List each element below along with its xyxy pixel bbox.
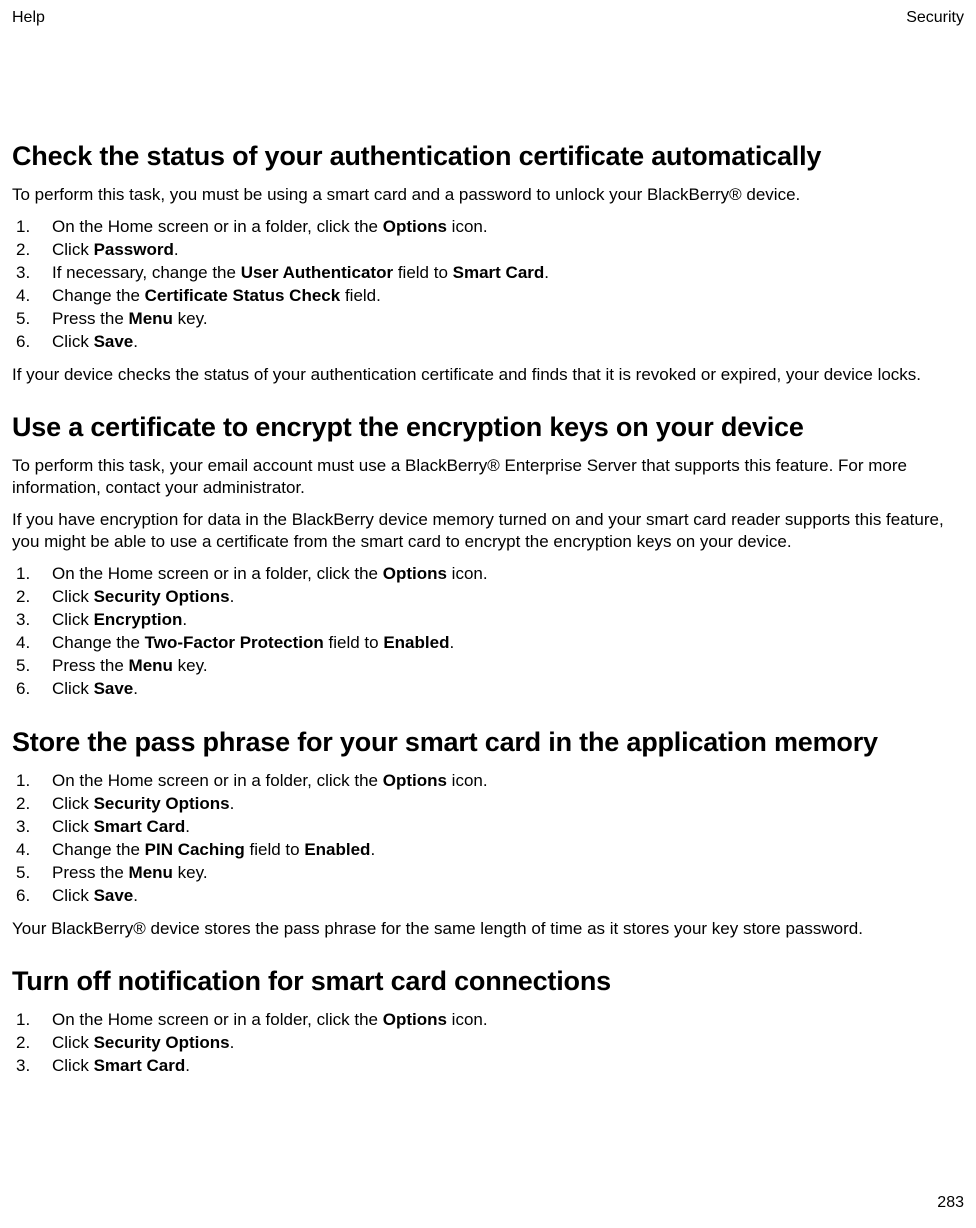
bold-text: Options [383, 564, 447, 583]
step-item: Click Save. [12, 331, 964, 354]
step-item: On the Home screen or in a folder, click… [12, 770, 964, 793]
bold-text: Encryption [94, 610, 183, 629]
step-item: Change the Two-Factor Protection field t… [12, 632, 964, 655]
step-item: Press the Menu key. [12, 308, 964, 331]
bold-text: Smart Card [94, 817, 186, 836]
steps-list: On the Home screen or in a folder, click… [12, 770, 964, 908]
bold-text: Two-Factor Protection [145, 633, 324, 652]
step-item: Click Security Options. [12, 586, 964, 609]
bold-text: PIN Caching [145, 840, 245, 859]
steps-list: On the Home screen or in a folder, click… [12, 216, 964, 354]
section-outro: Your BlackBerry® device stores the pass … [12, 918, 964, 940]
bold-text: Security Options [94, 1033, 230, 1052]
section-outro: If your device checks the status of your… [12, 364, 964, 386]
step-item: Click Password. [12, 239, 964, 262]
section-intro: To perform this task, your email account… [12, 455, 964, 499]
bold-text: Menu [129, 863, 173, 882]
bold-text: User Authenticator [241, 263, 393, 282]
bold-text: Menu [129, 309, 173, 328]
step-item: Click Security Options. [12, 793, 964, 816]
step-item: Click Encryption. [12, 609, 964, 632]
bold-text: Options [383, 771, 447, 790]
step-item: Press the Menu key. [12, 655, 964, 678]
step-item: Click Save. [12, 678, 964, 701]
bold-text: Enabled [304, 840, 370, 859]
header-left: Help [12, 8, 45, 29]
bold-text: Options [383, 217, 447, 236]
section-title: Use a certificate to encrypt the encrypt… [12, 410, 964, 445]
page-number: 283 [937, 1193, 964, 1214]
sections-container: Check the status of your authentication … [12, 139, 964, 1078]
step-item: Click Smart Card. [12, 1055, 964, 1078]
bold-text: Menu [129, 656, 173, 675]
section-title: Turn off notification for smart card con… [12, 964, 964, 999]
bold-text: Smart Card [453, 263, 545, 282]
step-item: Change the Certificate Status Check fiel… [12, 285, 964, 308]
bold-text: Security Options [94, 794, 230, 813]
step-item: On the Home screen or in a folder, click… [12, 216, 964, 239]
page-header: Help Security [12, 8, 964, 29]
bold-text: Certificate Status Check [145, 286, 341, 305]
bold-text: Options [383, 1010, 447, 1029]
bold-text: Security Options [94, 587, 230, 606]
step-item: Click Save. [12, 885, 964, 908]
step-item: On the Home screen or in a folder, click… [12, 1009, 964, 1032]
bold-text: Enabled [383, 633, 449, 652]
section-title: Store the pass phrase for your smart car… [12, 725, 964, 760]
bold-text: Save [94, 332, 134, 351]
bold-text: Save [94, 679, 134, 698]
section-intro: If you have encryption for data in the B… [12, 509, 964, 553]
step-item: Press the Menu key. [12, 862, 964, 885]
page: Help Security Check the status of your a… [0, 0, 976, 1228]
step-item: If necessary, change the User Authentica… [12, 262, 964, 285]
bold-text: Password [94, 240, 174, 259]
section-intro: To perform this task, you must be using … [12, 184, 964, 206]
step-item: Click Security Options. [12, 1032, 964, 1055]
step-item: On the Home screen or in a folder, click… [12, 563, 964, 586]
step-item: Click Smart Card. [12, 816, 964, 839]
section-title: Check the status of your authentication … [12, 139, 964, 174]
step-item: Change the PIN Caching field to Enabled. [12, 839, 964, 862]
header-right: Security [906, 8, 964, 29]
steps-list: On the Home screen or in a folder, click… [12, 563, 964, 701]
steps-list: On the Home screen or in a folder, click… [12, 1009, 964, 1078]
bold-text: Save [94, 886, 134, 905]
bold-text: Smart Card [94, 1056, 186, 1075]
